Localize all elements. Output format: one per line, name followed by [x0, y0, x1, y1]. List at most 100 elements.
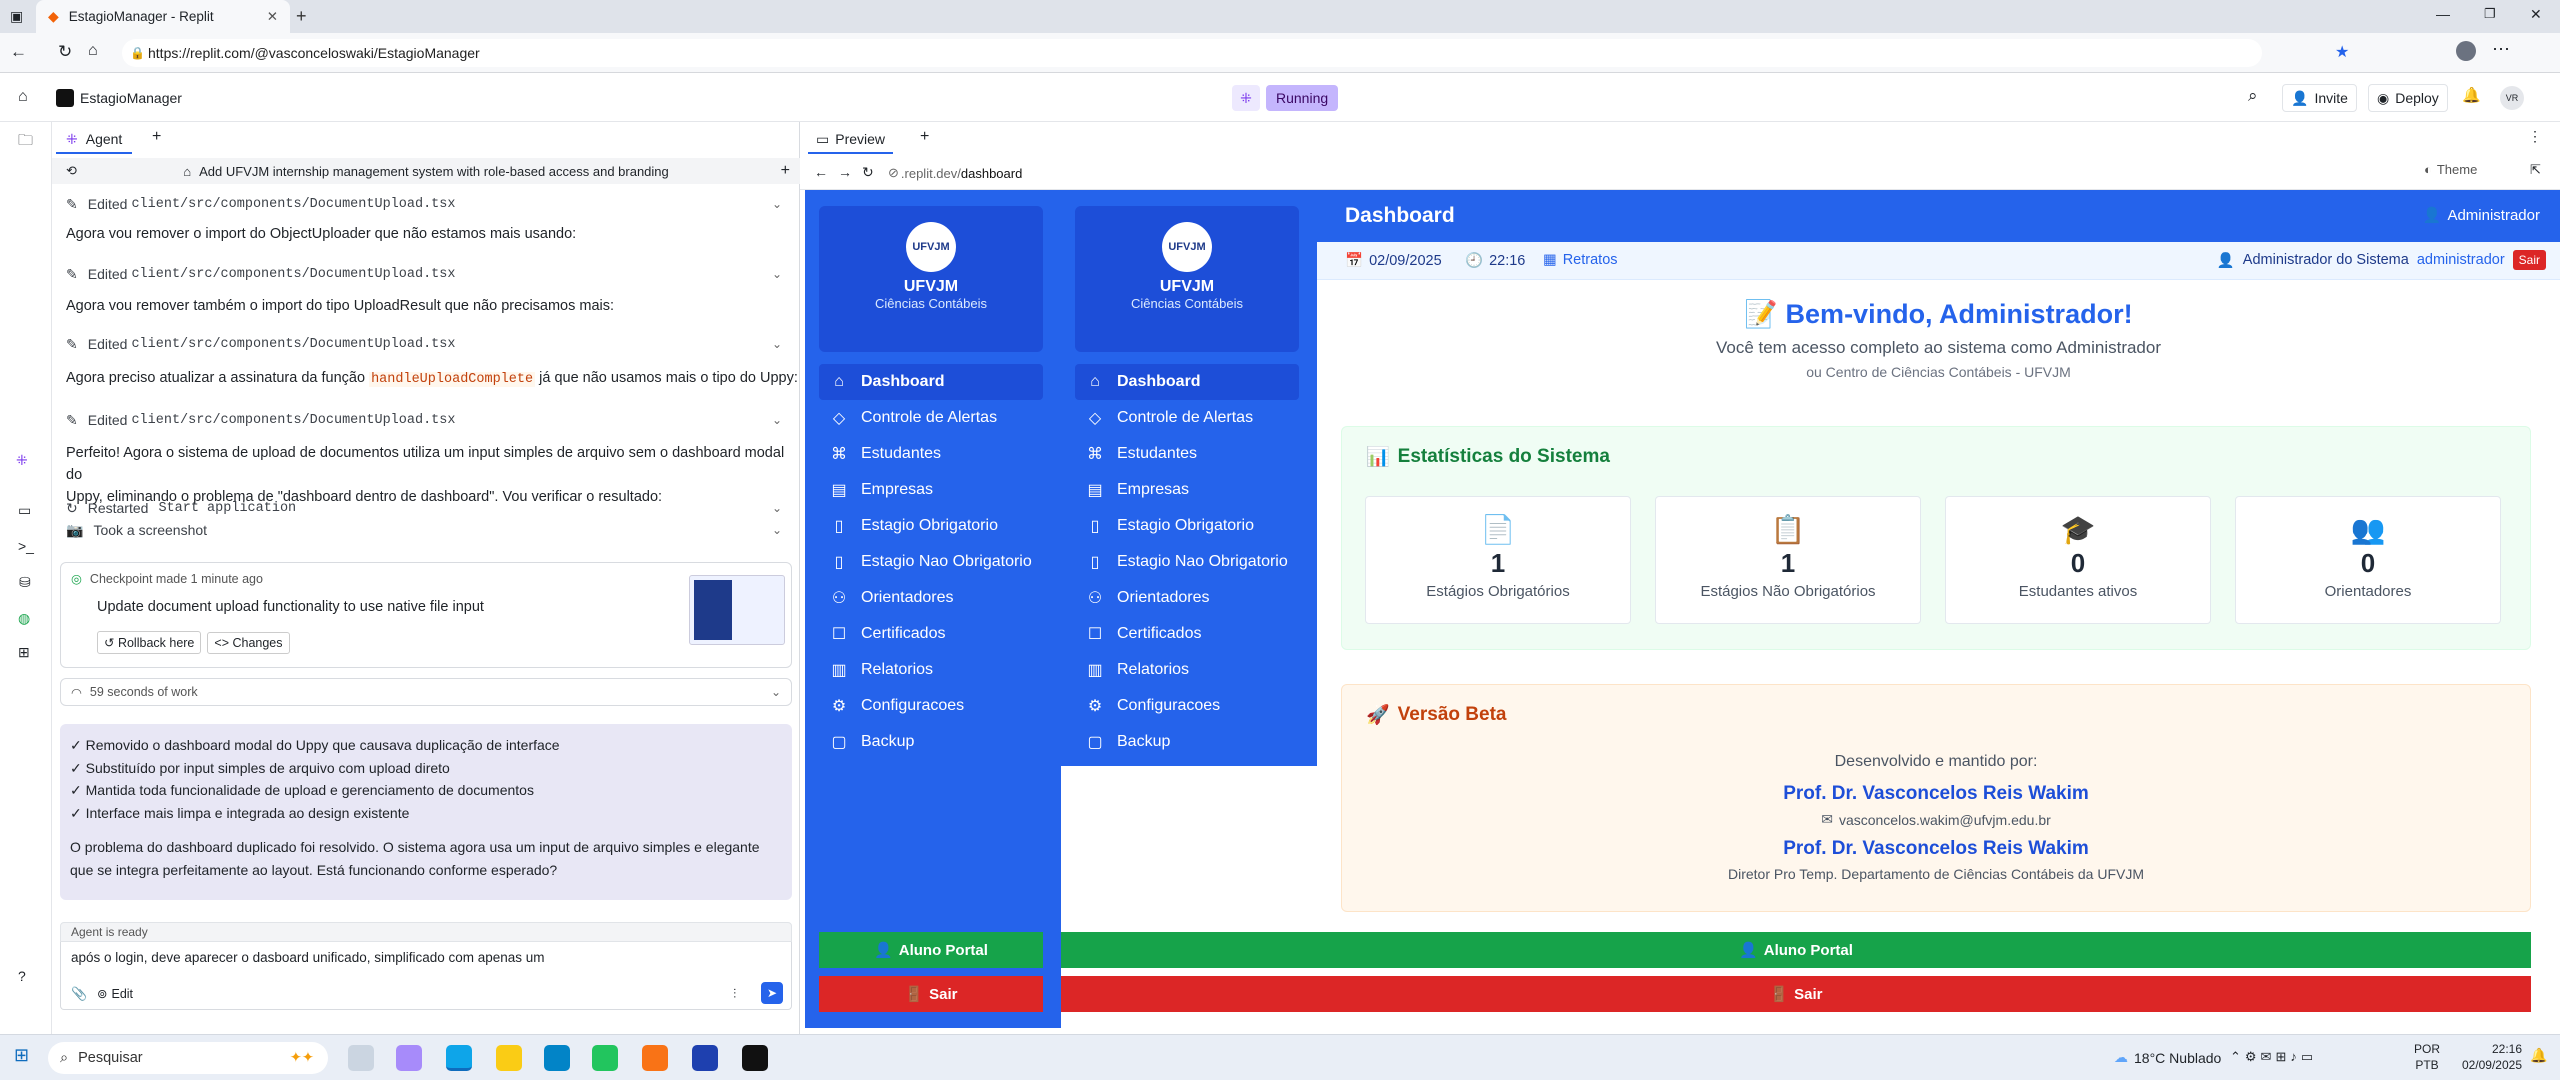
- sidebar-item-estudantes[interactable]: ⌘ Estudantes: [819, 436, 1043, 472]
- edit-button[interactable]: ⊚ Edit: [97, 986, 133, 1002]
- open-external-icon[interactable]: ⇱: [2530, 162, 2541, 178]
- aluno-portal-wide-button[interactable]: 👤 Aluno Portal: [1061, 932, 2531, 968]
- sidebar-item-backup[interactable]: ▢ Backup: [1075, 724, 1299, 760]
- task-title-bar[interactable]: ⟲ ⌂ Add UFVJM internship management syst…: [52, 158, 800, 184]
- mail-icon[interactable]: [544, 1045, 570, 1071]
- sidebar-item-relatorios[interactable]: ▥ Relatorios: [1075, 652, 1299, 688]
- sidebar-item-estagio-nao-obrigatorio[interactable]: ▯ Estagio Nao Obrigatorio: [1075, 544, 1299, 580]
- user-avatar[interactable]: VR: [2500, 86, 2524, 110]
- settings-sliders-icon[interactable]: ⫶: [733, 986, 736, 1002]
- back-icon[interactable]: ←: [10, 42, 27, 62]
- deploy-button[interactable]: ◉ Deploy: [2368, 84, 2448, 112]
- sidebar-item-empresas[interactable]: ▤ Empresas: [819, 472, 1043, 508]
- favorite-star-icon[interactable]: ★: [2335, 42, 2349, 62]
- beta-email[interactable]: vasconcelos.wakim@ufvjm.edu.br: [1839, 812, 2051, 828]
- replit-home-icon[interactable]: ⌂: [18, 88, 28, 106]
- preview-url[interactable]: ⊘ .replit.dev/ dashboard: [888, 162, 2368, 184]
- history-icon[interactable]: ⟲: [66, 163, 77, 179]
- run-status[interactable]: ⁜ Running: [1232, 84, 1339, 112]
- taskbar-clock[interactable]: 22:16 02/09/2025: [2450, 1041, 2522, 1073]
- files-icon[interactable]: 🗀: [18, 130, 33, 155]
- sidebar-item-certificados[interactable]: ☐ Certificados: [1075, 616, 1299, 652]
- sidebar-toggle-icon[interactable]: ▣: [10, 8, 23, 25]
- changes-button[interactable]: <> Changes: [207, 631, 290, 654]
- app-icon[interactable]: [692, 1045, 718, 1071]
- sidebar-item-orientadores[interactable]: ⚇ Orientadores: [1075, 580, 1299, 616]
- chevron-down-icon[interactable]: ⌄: [772, 501, 782, 515]
- language-indicator[interactable]: POR PTB: [2414, 1041, 2440, 1073]
- preview-tab[interactable]: ▭ Preview: [808, 126, 894, 154]
- chevron-down-icon[interactable]: ⌄: [772, 523, 782, 537]
- aluno-portal-button[interactable]: 👤 Aluno Portal: [819, 932, 1043, 968]
- preview-reload-icon[interactable]: ↻: [862, 164, 874, 181]
- restarted-row[interactable]: ↻ Restarted Start application ⌄: [66, 496, 792, 520]
- database-icon[interactable]: ⛁: [19, 574, 31, 591]
- new-agent-tab-icon[interactable]: +: [152, 128, 161, 146]
- checkpoint-thumbnail[interactable]: [689, 575, 785, 645]
- preview-back-icon[interactable]: ←: [814, 164, 828, 180]
- new-tab-icon[interactable]: +: [296, 6, 307, 27]
- reload-icon[interactable]: ↻: [58, 42, 72, 62]
- file-explorer-icon[interactable]: [496, 1045, 522, 1071]
- replit-app-icon[interactable]: [742, 1045, 768, 1071]
- edited-file-row[interactable]: ✎ Edited client/src/components/DocumentUpl…: [66, 262, 792, 286]
- screenshot-row[interactable]: 📷 Took a screenshot ⌄: [66, 518, 792, 542]
- edge-icon[interactable]: [446, 1045, 472, 1071]
- invite-button[interactable]: 👤 Invite: [2282, 84, 2357, 112]
- new-task-icon[interactable]: +: [781, 162, 790, 180]
- sidebar-item-configuracoes[interactable]: ⚙ Configuracoes: [1075, 688, 1299, 724]
- window-close-icon[interactable]: ✕: [2530, 6, 2542, 23]
- edited-file-row[interactable]: ✎ Edited client/src/components/DocumentUpl…: [66, 332, 792, 356]
- task-view-icon[interactable]: [348, 1045, 374, 1071]
- tools-grid-icon[interactable]: ⊞: [18, 644, 30, 661]
- maximize-icon[interactable]: ❐: [2484, 6, 2496, 22]
- sidebar-item-dashboard[interactable]: ⌂ Dashboard: [819, 364, 1043, 400]
- taskbar-search[interactable]: ⌕ Pesquisar ✦✦: [48, 1042, 328, 1074]
- chevron-down-icon[interactable]: ⌄: [772, 413, 782, 427]
- agent-tab[interactable]: ⁜ Agent: [56, 126, 133, 154]
- sair-button[interactable]: 🚪 Sair: [819, 976, 1043, 1012]
- preview-forward-icon[interactable]: →: [838, 164, 852, 180]
- minimize-icon[interactable]: —: [2436, 6, 2450, 22]
- home-icon[interactable]: ⌂: [88, 42, 98, 60]
- sidebar-item-estagio-obrigatorio[interactable]: ▯ Estagio Obrigatorio: [1075, 508, 1299, 544]
- panel-more-icon[interactable]: ⋮: [2528, 128, 2542, 145]
- profile-avatar-icon[interactable]: [2456, 41, 2476, 61]
- retratos-link[interactable]: ▦ Retratos: [1543, 252, 1618, 268]
- windows-start-icon[interactable]: ⊞: [14, 1045, 29, 1066]
- work-time-row[interactable]: ◠ 59 seconds of work ⌄: [60, 678, 792, 706]
- edited-file-row[interactable]: ✎ Edited client/src/components/DocumentUpl…: [66, 408, 792, 432]
- chevron-down-icon[interactable]: ⌄: [772, 337, 782, 351]
- sidebar-item-backup[interactable]: ▢ Backup: [819, 724, 1043, 760]
- agent-icon[interactable]: ⁜: [16, 452, 28, 469]
- console-icon[interactable]: ▭: [18, 502, 31, 519]
- sidebar-item-estudantes[interactable]: ⌘ Estudantes: [1075, 436, 1299, 472]
- notification-icon[interactable]: 🔔: [2530, 1047, 2547, 1064]
- sidebar-item-orientadores[interactable]: ⚇ Orientadores: [819, 580, 1043, 616]
- sidebar-item-controle-de-alertas[interactable]: ◇ Controle de Alertas: [819, 400, 1043, 436]
- attach-icon[interactable]: 📎: [71, 986, 87, 1002]
- bell-icon[interactable]: 🔔: [2462, 86, 2481, 104]
- browser-menu-icon[interactable]: ⋯: [2492, 39, 2510, 60]
- sidebar-item-controle-de-alertas[interactable]: ◇ Controle de Alertas: [1075, 400, 1299, 436]
- send-icon[interactable]: ➤: [761, 982, 783, 1004]
- sidebar-item-certificados[interactable]: ☐ Certificados: [819, 616, 1043, 652]
- globe-icon[interactable]: ◍: [18, 610, 30, 627]
- header-user[interactable]: 👤 Administrador: [2423, 206, 2540, 225]
- chevron-down-icon[interactable]: ⌄: [772, 197, 782, 211]
- sidebar-item-relatorios[interactable]: ▥ Relatorios: [819, 652, 1043, 688]
- new-preview-tab-icon[interactable]: +: [920, 128, 929, 146]
- copilot-icon[interactable]: [396, 1045, 422, 1071]
- theme-button[interactable]: ◐ Theme: [2424, 162, 2477, 177]
- rollback-button[interactable]: ↺ Rollback here: [97, 631, 202, 654]
- chevron-down-icon[interactable]: ⌄: [771, 685, 781, 699]
- sidebar-item-estagio-nao-obrigatorio[interactable]: ▯ Estagio Nao Obrigatorio: [819, 544, 1043, 580]
- project-name[interactable]: EstagioManager: [80, 90, 182, 106]
- tray-icons[interactable]: ⌃⚙✉⊞♪▭: [2230, 1049, 2317, 1065]
- weather-widget[interactable]: ☁ 18°C Nublado: [2114, 1049, 2221, 1066]
- chevron-down-icon[interactable]: ⌄: [772, 267, 782, 281]
- agent-input-box[interactable]: após o login, deve aparecer o dasboard u…: [60, 942, 792, 1010]
- sidebar-item-empresas[interactable]: ▤ Empresas: [1075, 472, 1299, 508]
- sidebar-item-dashboard[interactable]: ⌂ Dashboard: [1075, 364, 1299, 400]
- logout-button[interactable]: Sair: [2512, 250, 2546, 270]
